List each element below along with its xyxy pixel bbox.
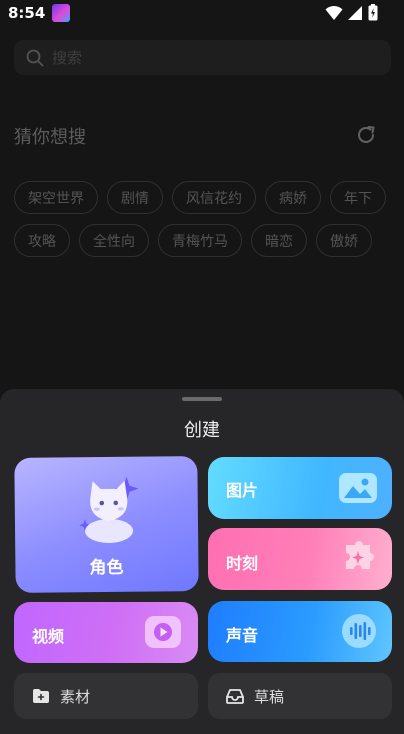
- picture-icon: [339, 473, 377, 503]
- create-bottom-sheet: 创建 角色 图片 时刻 视频 声音 素材 草稿: [0, 389, 404, 734]
- search-icon: [26, 49, 44, 66]
- tag-item[interactable]: 暗恋: [251, 224, 307, 257]
- material-button[interactable]: 素材: [14, 673, 198, 719]
- draft-label: 草稿: [254, 687, 285, 706]
- create-image-card[interactable]: 图片: [208, 457, 392, 519]
- video-label: 视频: [32, 627, 65, 646]
- tag-item[interactable]: 全性向: [79, 224, 149, 257]
- cat-mascot-icon: [79, 476, 139, 543]
- folder-add-icon: [33, 689, 49, 703]
- tag-list: 架空世界 剧情 风信花约 病娇 年下 攻略 全性向 青梅竹马 暗恋 傲娇: [14, 181, 404, 267]
- tag-row-2: 攻略 全性向 青梅竹马 暗恋 傲娇: [14, 224, 404, 257]
- sheet-title: 创建: [184, 420, 220, 441]
- tag-item[interactable]: 年下: [330, 181, 386, 214]
- tag-item[interactable]: 剧情: [107, 181, 163, 214]
- create-moment-card[interactable]: 时刻: [208, 528, 392, 590]
- tag-item[interactable]: 病娇: [265, 181, 321, 214]
- sheet-drag-handle[interactable]: [182, 397, 222, 401]
- video-play-icon: [145, 616, 181, 648]
- tag-item[interactable]: 架空世界: [14, 181, 98, 214]
- draft-box-icon: [226, 689, 244, 704]
- search-placeholder: 搜索: [52, 49, 83, 67]
- create-voice-card[interactable]: 声音: [208, 601, 392, 662]
- material-label: 素材: [60, 687, 91, 706]
- voice-label: 声音: [226, 626, 259, 645]
- tag-item[interactable]: 傲娇: [316, 224, 372, 257]
- guess-section-title: 猜你想搜: [14, 127, 86, 148]
- create-video-card[interactable]: 视频: [14, 602, 198, 663]
- draft-button[interactable]: 草稿: [208, 673, 392, 719]
- image-label: 图片: [226, 481, 259, 500]
- tag-item[interactable]: 攻略: [14, 224, 70, 257]
- create-role-card[interactable]: 角色: [14, 456, 199, 593]
- search-input[interactable]: 搜索: [14, 40, 391, 75]
- moment-label: 时刻: [226, 554, 259, 573]
- refresh-icon[interactable]: [355, 124, 377, 146]
- tag-item[interactable]: 风信花约: [172, 181, 256, 214]
- sound-wave-icon: [342, 614, 376, 648]
- tag-item[interactable]: 青梅竹马: [158, 224, 242, 257]
- puzzle-icon: [346, 541, 374, 569]
- role-label: 角色: [89, 557, 124, 579]
- tag-row-1: 架空世界 剧情 风信花约 病娇 年下: [14, 181, 404, 214]
